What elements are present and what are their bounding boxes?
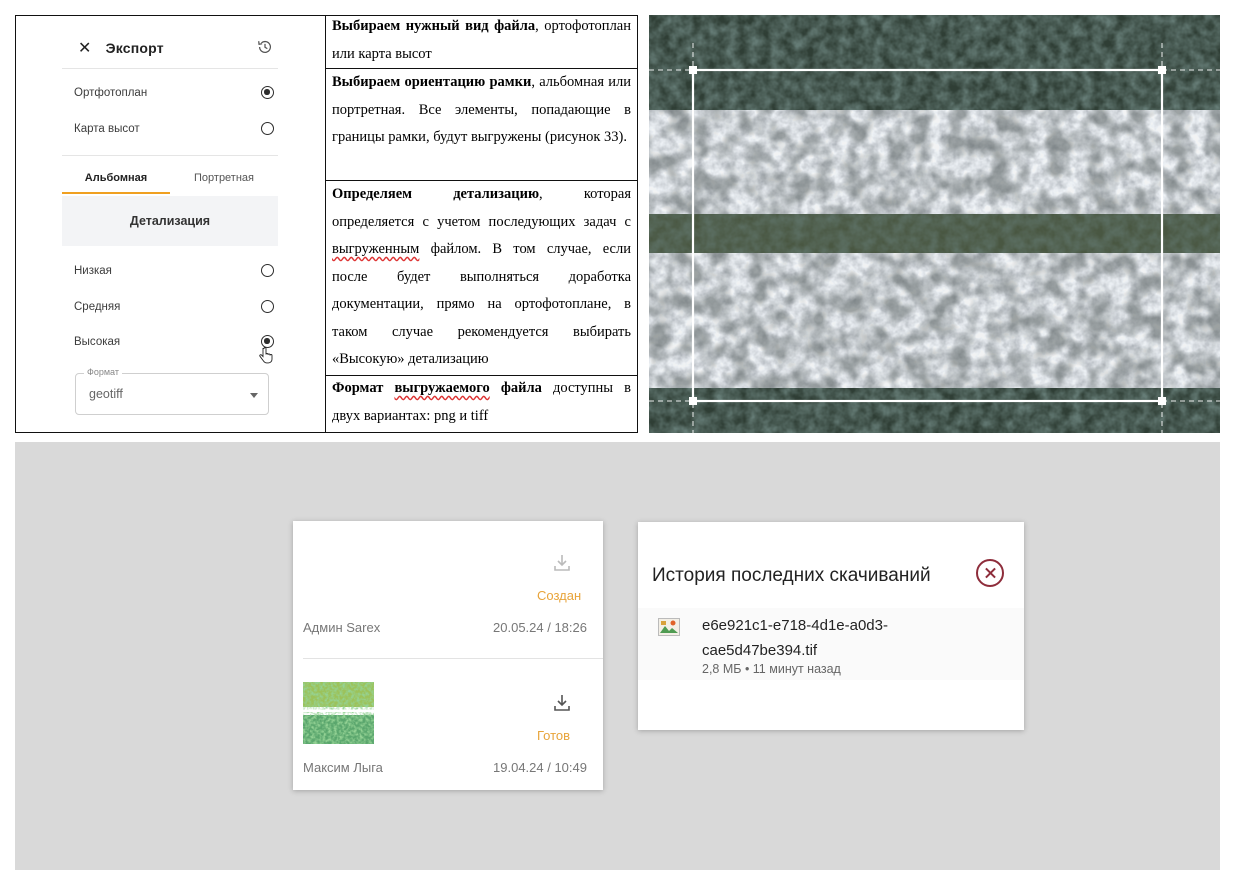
table-row: Формат выгружаемого файла доступны в дву…: [326, 375, 637, 430]
spellcheck-word: выгруженным: [332, 241, 420, 257]
close-icon[interactable]: ✕: [78, 38, 92, 58]
image-file-icon: [658, 618, 680, 636]
option-detail-high[interactable]: Высокая: [74, 335, 274, 348]
spellcheck-word: выгружаемого: [394, 380, 490, 396]
row-emphasis: Формат: [332, 380, 395, 396]
orientation-tabs: Альбомная Портретная: [62, 164, 278, 194]
hand-cursor-icon: [259, 347, 273, 364]
row-text: файлом. В том случае, если после будет в…: [332, 241, 631, 367]
divider: [62, 68, 278, 69]
screenshot-background: [15, 442, 1220, 870]
history-icon[interactable]: [256, 38, 274, 56]
detail-heading: Детализация: [62, 196, 278, 246]
format-label: Формат: [84, 367, 122, 377]
row-emphasis: файла: [489, 380, 542, 396]
tab-portrait[interactable]: Портретная: [170, 164, 278, 194]
row-emphasis: Выбираем нужный вид файла: [332, 18, 536, 34]
map-thumbnail: [303, 682, 374, 744]
option-label: Высокая: [74, 335, 121, 348]
option-label: Низкая: [74, 264, 112, 277]
file-name[interactable]: e6e921c1-e718-4d1e-a0d3-cae5d47be394.tif: [702, 613, 922, 663]
divider: [62, 155, 278, 156]
author-name: Админ Sarex: [303, 620, 381, 635]
export-title: Экспорт: [105, 40, 164, 56]
popup-title: История последних скачиваний: [652, 565, 931, 586]
document-frame: ✕ Экспорт Ортфотоплан Карта высот Альбом…: [15, 15, 638, 433]
format-select[interactable]: Формат geotiff: [75, 367, 269, 415]
created-datetime: 19.04.24 / 10:49: [493, 760, 587, 775]
radio-button[interactable]: [261, 122, 274, 135]
chevron-down-icon: [250, 393, 258, 398]
option-detail-low[interactable]: Низкая: [74, 264, 274, 277]
table-row: Выбираем нужный вид файла, ортофотоплан …: [326, 13, 637, 68]
option-orthophoto[interactable]: Ортфотоплан: [74, 86, 274, 99]
option-label: Ортфотоплан: [74, 86, 148, 99]
option-label: Карта высот: [74, 122, 140, 135]
row-emphasis: Определяем детализацию: [332, 186, 540, 202]
download-history-popup: История последних скачиваний e6e921c1-e7…: [638, 522, 1024, 730]
radio-button[interactable]: [261, 300, 274, 313]
created-datetime: 20.05.24 / 18:26: [493, 620, 587, 635]
exports-list-card: Создан Админ Sarex 20.05.24 / 18:26 Гото…: [293, 521, 603, 790]
radio-button[interactable]: [261, 264, 274, 277]
export-header: ✕ Экспорт: [78, 38, 164, 58]
close-icon[interactable]: [976, 559, 1004, 587]
status-badge: Готов: [537, 728, 571, 743]
option-label: Средняя: [74, 300, 121, 313]
format-value: geotiff: [89, 387, 123, 401]
divider: [303, 658, 603, 659]
download-icon: [554, 555, 570, 571]
table-row: Определяем детализацию, которая определя…: [326, 181, 637, 374]
instruction-table: Выбираем нужный вид файла, ортофотоплан …: [326, 16, 637, 432]
tab-landscape[interactable]: Альбомная: [62, 164, 170, 194]
orthophoto-preview: [649, 15, 1220, 433]
download-icon[interactable]: [552, 693, 572, 713]
author-name: Максим Лыга: [303, 760, 383, 775]
row-emphasis: Выбираем ориентацию рамки: [332, 74, 532, 90]
status-badge: Создан: [537, 588, 582, 603]
option-detail-medium[interactable]: Средняя: [74, 300, 274, 313]
radio-button[interactable]: [261, 86, 274, 99]
file-meta: 2,8 МБ • 11 минут назад: [702, 662, 841, 676]
export-panel: ✕ Экспорт Ортфотоплан Карта высот Альбом…: [16, 16, 326, 432]
table-row: Выбираем ориентацию рамки, альбомная или…: [326, 69, 637, 152]
option-height-map[interactable]: Карта высот: [74, 122, 274, 135]
